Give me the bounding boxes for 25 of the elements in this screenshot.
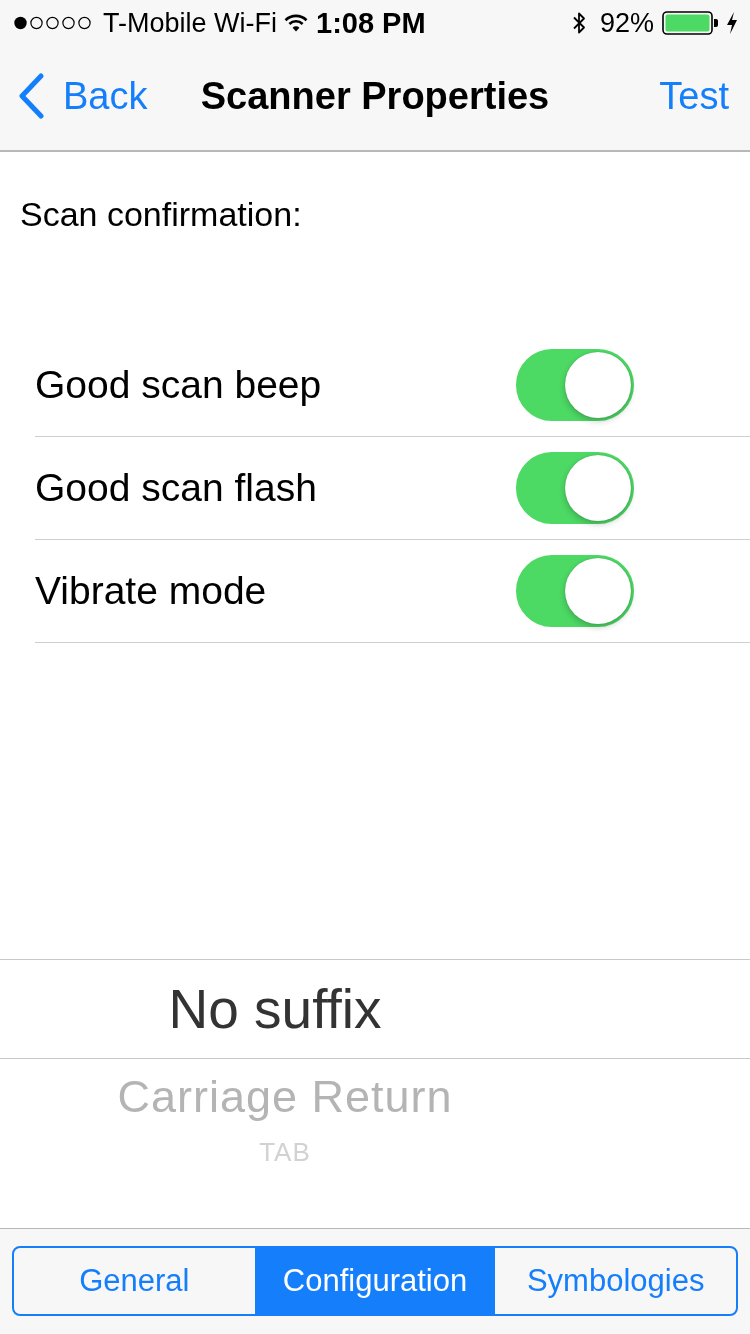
toggle-switch[interactable] <box>516 555 634 627</box>
charging-bolt-icon <box>726 12 738 34</box>
signal-icon <box>14 16 91 30</box>
back-button[interactable]: Back <box>18 73 148 119</box>
setting-label: Good scan flash <box>35 466 318 510</box>
segment-tab[interactable]: Symbologies <box>495 1248 736 1314</box>
picker-option[interactable]: Carriage Return <box>0 1059 570 1135</box>
setting-label: Vibrate mode <box>35 569 268 613</box>
test-button[interactable]: Test <box>659 74 729 118</box>
nav-title: Scanner Properties <box>200 74 550 118</box>
segment-tab[interactable]: Configuration <box>254 1248 496 1314</box>
setting-label: Good scan beep <box>35 363 323 407</box>
section-label: Scan confirmation: <box>20 194 303 234</box>
bluetooth-icon <box>571 10 586 36</box>
wifi-icon <box>284 14 308 32</box>
battery-icon <box>662 11 718 35</box>
clock-time: 1:08 PM <box>316 7 426 39</box>
segmented-control[interactable]: General Configuration Symbologies <box>12 1246 738 1316</box>
picker-option[interactable]: No suffix <box>0 977 550 1041</box>
carrier-name: T-Mobile Wi-Fi <box>103 7 277 39</box>
battery-percentage: 92% <box>599 7 654 39</box>
segment-tab[interactable]: General <box>14 1248 255 1314</box>
chevron-left-icon <box>18 73 46 119</box>
toggle-switch[interactable] <box>516 349 634 421</box>
toggle-switch[interactable] <box>516 452 634 524</box>
